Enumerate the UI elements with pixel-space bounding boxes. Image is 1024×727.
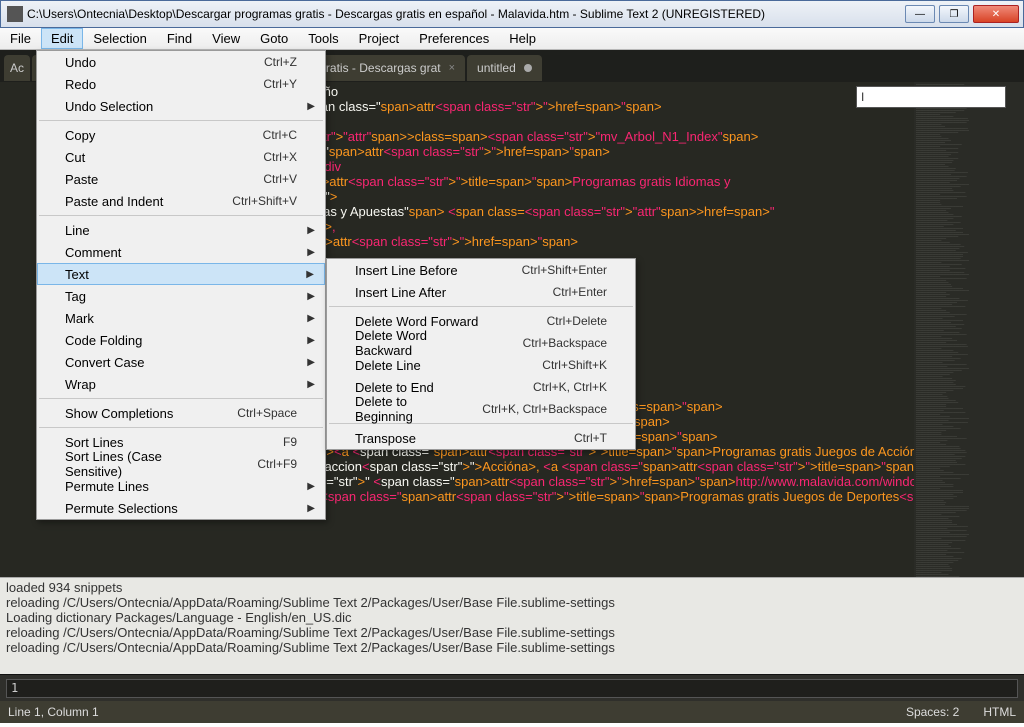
tab[interactable]: untitled [467,55,542,81]
menu-item-show-completions[interactable]: Show CompletionsCtrl+Space [37,402,325,424]
submenu-arrow-icon: ▶ [306,269,314,280]
menu-selection[interactable]: Selection [83,28,156,49]
menu-preferences[interactable]: Preferences [409,28,499,49]
menu-help[interactable]: Help [499,28,546,49]
menu-item-code-folding[interactable]: Code Folding▶ [37,329,325,351]
menu-item-text[interactable]: Text▶ [37,263,325,285]
submenu-arrow-icon: ▶ [307,379,315,390]
submenu-arrow-icon: ▶ [307,225,315,236]
work-area: Acgratis - Descargas grat×Descargar prog… [0,50,1024,577]
status-bar: Line 1, Column 1 Spaces: 2 HTML [0,701,1024,723]
menu-item-transpose[interactable]: TransposeCtrl+T [327,427,635,449]
status-position: Line 1, Column 1 [8,705,882,719]
tab[interactable]: Ac [4,55,30,81]
menu-goto[interactable]: Goto [250,28,298,49]
status-spaces[interactable]: Spaces: 2 [906,705,959,719]
goto-input[interactable] [6,679,1018,698]
menubar: FileEditSelectionFindViewGotoToolsProjec… [0,28,1024,50]
menu-item-permute-lines[interactable]: Permute Lines▶ [37,475,325,497]
menu-item-undo[interactable]: UndoCtrl+Z [37,51,325,73]
submenu-arrow-icon: ▶ [307,357,315,368]
minimize-button[interactable]: — [905,5,935,23]
status-syntax[interactable]: HTML [983,705,1016,719]
minimap[interactable]: ━━━━━━━━━━━━━━━━━━━━━━━━━━━━━━━━━━━━━━━━… [914,82,1024,577]
menu-item-insert-line-before[interactable]: Insert Line BeforeCtrl+Shift+Enter [327,259,635,281]
edit-menu: UndoCtrl+ZRedoCtrl+YUndo Selection▶ CopyC… [36,50,326,520]
submenu-arrow-icon: ▶ [307,313,315,324]
menu-item-tag[interactable]: Tag▶ [37,285,325,307]
close-button[interactable]: ✕ [973,5,1019,23]
submenu-arrow-icon: ▶ [307,335,315,346]
app-icon [7,6,23,22]
maximize-button[interactable]: ❐ [939,5,969,23]
menu-item-redo[interactable]: RedoCtrl+Y [37,73,325,95]
menu-item-cut[interactable]: CutCtrl+X [37,146,325,168]
search-input[interactable] [856,86,1006,108]
menu-item-delete-to-beginning[interactable]: Delete to BeginningCtrl+K, Ctrl+Backspac… [327,398,635,420]
menu-item-delete-word-backward[interactable]: Delete Word BackwardCtrl+Backspace [327,332,635,354]
menu-item-paste-and-indent[interactable]: Paste and IndentCtrl+Shift+V [37,190,325,212]
menu-item-delete-line[interactable]: Delete LineCtrl+Shift+K [327,354,635,376]
submenu-arrow-icon: ▶ [307,247,315,258]
tab-close-icon[interactable]: × [449,62,455,74]
window-title: C:\Users\Ontecnia\Desktop\Descargar prog… [27,7,905,21]
menu-edit[interactable]: Edit [41,28,83,49]
text-submenu: Insert Line BeforeCtrl+Shift+EnterInsert… [326,258,636,450]
menu-item-insert-line-after[interactable]: Insert Line AfterCtrl+Enter [327,281,635,303]
menu-item-convert-case[interactable]: Convert Case▶ [37,351,325,373]
dirty-dot-icon [524,64,532,72]
menu-item-permute-selections[interactable]: Permute Selections▶ [37,497,325,519]
menu-item-sort-lines-case-sensitive-[interactable]: Sort Lines (Case Sensitive)Ctrl+F9 [37,453,325,475]
menu-find[interactable]: Find [157,28,202,49]
menu-item-copy[interactable]: CopyCtrl+C [37,124,325,146]
console: loaded 934 snippetsreloading /C/Users/On… [0,577,1024,674]
submenu-arrow-icon: ▶ [307,101,315,112]
titlebar: C:\Users\Ontecnia\Desktop\Descargar prog… [0,0,1024,28]
menu-item-paste[interactable]: PasteCtrl+V [37,168,325,190]
window-buttons: — ❐ ✕ [905,5,1019,23]
menu-view[interactable]: View [202,28,250,49]
menu-item-undo-selection[interactable]: Undo Selection▶ [37,95,325,117]
menu-item-line[interactable]: Line▶ [37,219,325,241]
menu-item-comment[interactable]: Comment▶ [37,241,325,263]
menu-file[interactable]: File [0,28,41,49]
menu-tools[interactable]: Tools [298,28,348,49]
goto-bar [0,674,1024,701]
menu-item-wrap[interactable]: Wrap▶ [37,373,325,395]
submenu-arrow-icon: ▶ [307,481,315,492]
menu-item-mark[interactable]: Mark▶ [37,307,325,329]
submenu-arrow-icon: ▶ [307,291,315,302]
submenu-arrow-icon: ▶ [307,503,315,514]
menu-project[interactable]: Project [349,28,409,49]
